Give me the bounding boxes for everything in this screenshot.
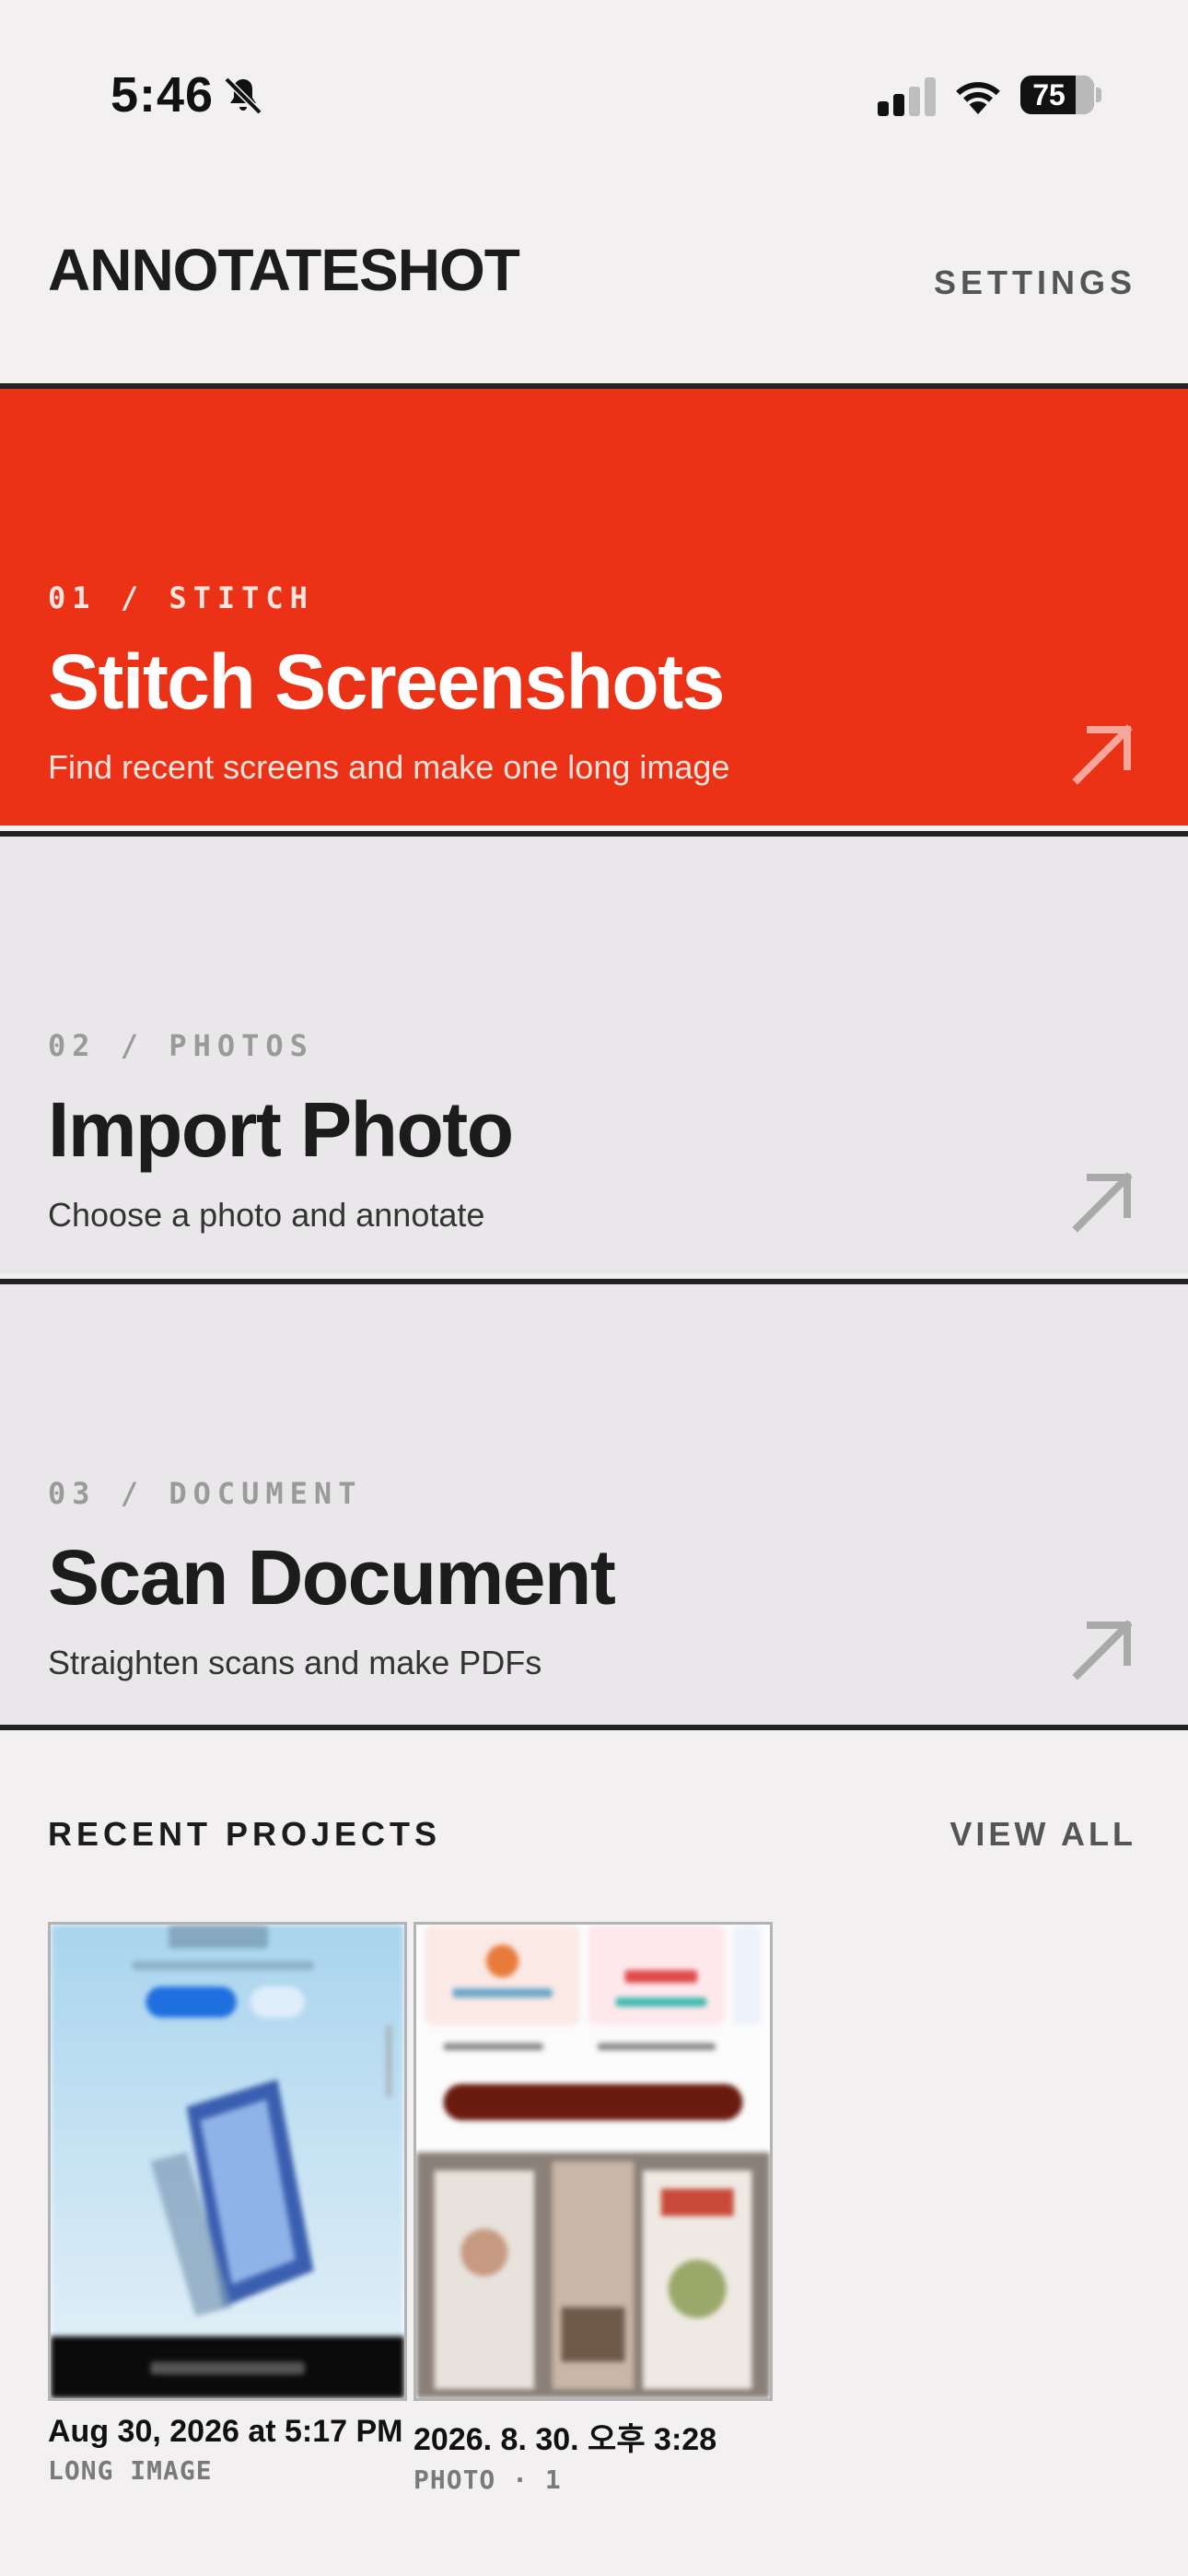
app-title: ANNOTATESHOT (48, 237, 520, 303)
arrow-up-right-icon (1072, 724, 1133, 785)
tile-kicker: 03 / DOCUMENT (48, 1476, 363, 1511)
tile-kicker: 01 / STITCH (48, 580, 314, 615)
project-card[interactable]: 2026. 8. 30. 오후 3:28 PHOTO · 1 (413, 1922, 773, 2495)
status-time: 5:46 (111, 67, 215, 123)
stitch-screenshots-tile[interactable]: 01 / STITCH Stitch Screenshots Find rece… (0, 383, 1188, 825)
import-photo-tile[interactable]: 02 / PHOTOS Import Photo Choose a photo … (0, 831, 1188, 1273)
tile-title: Stitch Screenshots (48, 638, 725, 725)
project-meta: LONG IMAGE (48, 2455, 213, 2486)
project-date: 2026. 8. 30. 오후 3:28 (413, 2422, 717, 2457)
arrow-up-right-icon (1072, 1172, 1133, 1233)
view-all-button[interactable]: VIEW ALL (949, 1815, 1136, 1854)
project-thumbnail[interactable] (413, 1922, 773, 2401)
arrow-up-right-icon (1072, 1620, 1133, 1680)
long-image-thumbnail (51, 1925, 404, 2398)
bell-slash-icon (224, 76, 262, 115)
tile-subtitle: Find recent screens and make one long im… (48, 748, 730, 786)
scan-document-tile[interactable]: 03 / DOCUMENT Scan Document Straighten s… (0, 1279, 1188, 1730)
tile-title: Import Photo (48, 1086, 514, 1173)
recent-projects-heading: RECENT PROJECTS (48, 1815, 442, 1853)
wifi-icon (956, 82, 1000, 114)
project-card[interactable]: Aug 30, 2026 at 5:17 PM LONG IMAGE (48, 1922, 407, 2486)
tile-title: Scan Document (48, 1534, 616, 1621)
battery-cap (1096, 88, 1101, 102)
battery-level: 75 (1032, 78, 1066, 111)
project-thumbnail[interactable] (48, 1922, 407, 2401)
tile-subtitle: Straighten scans and make PDFs (48, 1644, 542, 1681)
settings-button[interactable]: SETTINGS (934, 263, 1136, 302)
cellular-signal-icon (878, 77, 936, 116)
status-bar: 5:46 75 (0, 0, 1188, 175)
battery-icon: 75 (1020, 76, 1094, 114)
photo-thumbnail (416, 1925, 770, 2398)
tile-kicker: 02 / PHOTOS (48, 1028, 314, 1063)
project-date: Aug 30, 2026 at 5:17 PM (48, 2414, 403, 2449)
project-meta: PHOTO · 1 (413, 2465, 562, 2495)
tile-subtitle: Choose a photo and annotate (48, 1196, 485, 1234)
